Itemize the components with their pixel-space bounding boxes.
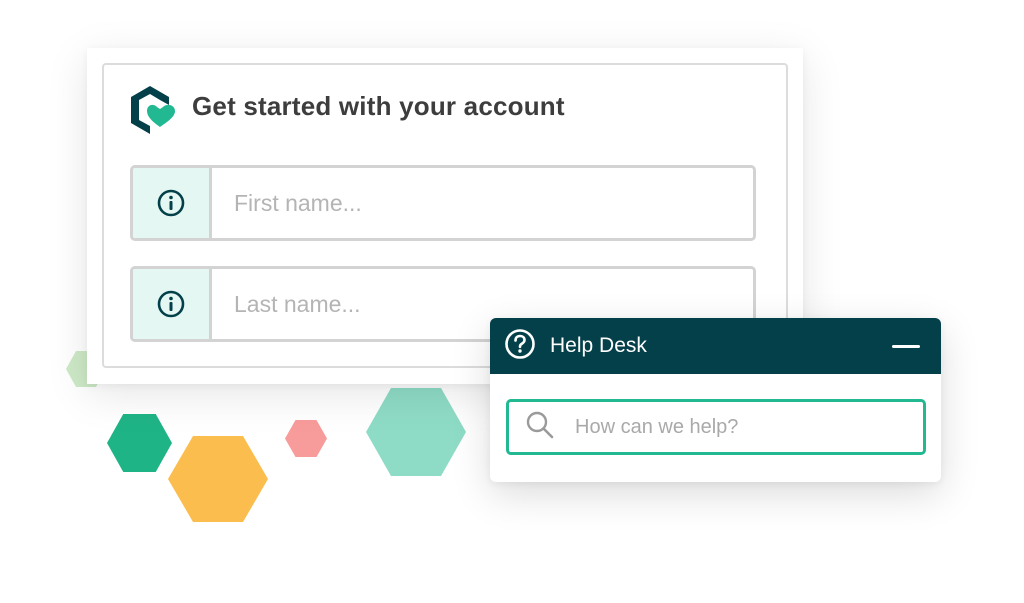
- help-desk-header[interactable]: Help Desk: [490, 318, 941, 374]
- help-desk-title: Help Desk: [550, 334, 647, 357]
- decorative-hexagon: [107, 414, 172, 472]
- help-search-input[interactable]: [573, 414, 923, 440]
- info-icon: [133, 269, 212, 339]
- minimize-button[interactable]: [891, 331, 921, 361]
- help-search-box[interactable]: [506, 399, 926, 455]
- first-name-input[interactable]: [212, 168, 753, 238]
- search-icon: [525, 410, 555, 445]
- first-name-field[interactable]: [130, 165, 756, 241]
- help-desk-widget: Help Desk: [490, 318, 941, 482]
- decorative-hexagon: [168, 436, 268, 522]
- question-circle-icon: [504, 328, 536, 365]
- decorative-hexagon: [285, 420, 327, 457]
- decorative-hexagon: [366, 388, 466, 476]
- minimize-icon: [892, 344, 920, 348]
- brand-logo-icon: [130, 84, 178, 136]
- card-title: Get started with your account: [192, 91, 565, 121]
- info-icon: [133, 168, 212, 238]
